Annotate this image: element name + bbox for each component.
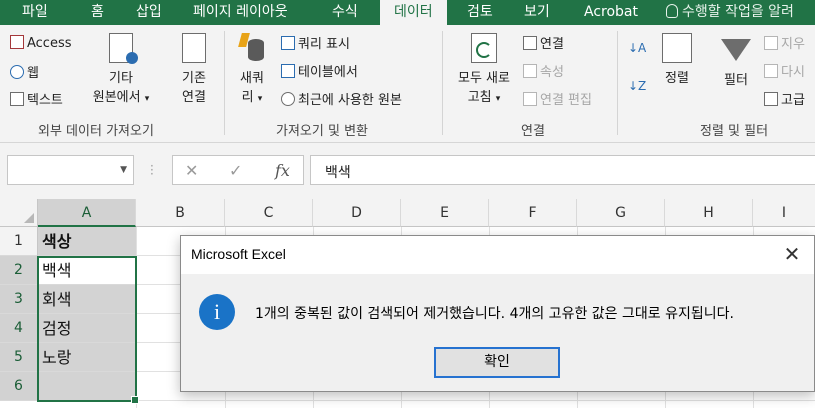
text-file-button[interactable]: 텍스트 [10, 89, 63, 108]
text-file-icon [10, 92, 24, 106]
new-query-button[interactable]: 새쿼 리 ▾ [232, 33, 272, 105]
chevron-down-icon[interactable]: ▼ [120, 165, 127, 175]
sort-ascending-icon[interactable]: ↓A [628, 41, 646, 55]
cell-a1[interactable]: 색상 [38, 227, 136, 256]
column-header-c[interactable]: C [225, 199, 313, 227]
lightbulb-icon [666, 4, 678, 18]
advanced-filter-icon [764, 92, 778, 106]
close-icon[interactable]: ✕ [780, 242, 804, 266]
name-box[interactable]: ▼ [7, 155, 134, 185]
web-button[interactable]: 웹 [10, 62, 39, 81]
other-sources-icon [109, 33, 138, 64]
group-label-external: 외부 데이터 가져오기 [38, 124, 154, 139]
clear-filter-icon [764, 36, 778, 50]
group-label-sort-filter: 정렬 및 필터 [700, 124, 769, 139]
message-dialog: Microsoft Excel ✕ i 1개의 중복된 값이 검색되어 제거했습… [180, 235, 815, 392]
formula-input[interactable]: 백색 [310, 155, 815, 185]
access-icon [10, 35, 24, 49]
gridline [136, 400, 815, 401]
column-header-e[interactable]: E [401, 199, 489, 227]
ribbon: Access 웹 텍스트 기타 원본에서 ▾ 기존 연결 외부 데이터 가져오기… [0, 25, 815, 143]
selection-range[interactable] [37, 256, 139, 404]
connections-button[interactable]: 연결 [523, 33, 564, 52]
group-separator [617, 31, 618, 135]
table-icon [281, 64, 295, 78]
column-header-d[interactable]: D [313, 199, 401, 227]
tell-me-text: 수행할 작업을 알려 [682, 4, 794, 20]
row-header-2[interactable]: 2 [0, 256, 38, 285]
resize-handle[interactable]: · · · [150, 160, 154, 180]
chevron-down-icon: ▾ [495, 94, 501, 104]
insert-function-icon[interactable]: fx [275, 161, 290, 180]
edit-links-button[interactable]: 연결 편집 [523, 89, 592, 108]
column-header-h[interactable]: H [665, 199, 753, 227]
link-icon [523, 92, 537, 106]
chevron-down-icon: ▾ [257, 94, 263, 104]
group-label-connections: 연결 [521, 124, 545, 139]
refresh-icon [471, 33, 497, 63]
tab-page-layout[interactable]: 페이지 레이아웃 [193, 0, 288, 25]
column-header-b[interactable]: B [136, 199, 225, 227]
reapply-icon [764, 64, 778, 78]
globe-icon [10, 65, 24, 79]
access-button[interactable]: Access [10, 35, 72, 51]
sort-icon [662, 33, 692, 63]
recent-sources-button[interactable]: 최근에 사용한 원본 [281, 89, 402, 108]
info-icon: i [199, 294, 235, 330]
dialog-message: 1개의 중복된 값이 검색되어 제거했습니다. 4개의 고유한 값은 그대로 유… [255, 306, 734, 322]
column-header-i[interactable]: I [753, 199, 815, 227]
filter-button[interactable]: 필터 [717, 33, 755, 88]
connections-icon [523, 36, 537, 50]
group-label-transform: 가져오기 및 변환 [276, 124, 368, 139]
reapply-button[interactable]: 다시 [764, 61, 805, 80]
tab-data[interactable]: 데이터 [380, 0, 447, 25]
table-icon [281, 36, 295, 50]
chevron-down-icon: ▾ [144, 94, 150, 104]
sort-button[interactable]: 정렬 [658, 33, 696, 86]
from-table-button[interactable]: 테이블에서 [281, 61, 358, 80]
tab-review[interactable]: 검토 [467, 0, 493, 25]
properties-icon [523, 64, 537, 78]
row-header-4[interactable]: 4 [0, 314, 38, 343]
tab-insert[interactable]: 삽입 [136, 0, 162, 25]
sort-descending-icon[interactable]: ↓Z [628, 79, 646, 93]
new-query-icon [238, 33, 266, 63]
existing-connections-button[interactable]: 기존 연결 [172, 33, 216, 105]
funnel-icon [721, 39, 751, 61]
dialog-title-bar[interactable]: Microsoft Excel ✕ [181, 236, 814, 274]
document-icon [182, 33, 206, 63]
select-all-button[interactable] [0, 199, 38, 227]
row-header-3[interactable]: 3 [0, 285, 38, 314]
refresh-all-button[interactable]: 모두 새로 고침 ▾ [450, 33, 518, 105]
group-separator [442, 31, 443, 135]
tab-file[interactable]: 파일 [22, 0, 48, 25]
ribbon-tab-bar: 파일 홈 삽입 페이지 레이아웃 수식 데이터 검토 보기 Acrobat 수행… [0, 0, 815, 25]
formula-bar: ▼ · · · ✕ ✓ fx 백색 [0, 143, 815, 199]
other-sources-button[interactable]: 기타 원본에서 ▾ [86, 33, 156, 105]
clock-icon [281, 92, 295, 106]
tab-home[interactable]: 홈 [91, 0, 104, 25]
tell-me-box[interactable]: 수행할 작업을 알려 [666, 0, 794, 25]
advanced-filter-button[interactable]: 고급 [764, 89, 805, 108]
row-header-5[interactable]: 5 [0, 343, 38, 372]
clear-filter-button[interactable]: 지우 [764, 33, 805, 52]
group-separator [224, 31, 225, 135]
column-header-g[interactable]: G [577, 199, 665, 227]
tab-formulas[interactable]: 수식 [332, 0, 358, 25]
tab-view[interactable]: 보기 [524, 0, 550, 25]
row-header-6[interactable]: 6 [0, 372, 38, 401]
cancel-icon[interactable]: ✕ [185, 161, 198, 180]
formula-buttons: ✕ ✓ fx [172, 155, 304, 185]
properties-button[interactable]: 속성 [523, 61, 564, 80]
dialog-title: Microsoft Excel [191, 246, 286, 262]
show-queries-button[interactable]: 쿼리 표시 [281, 33, 350, 52]
ok-button[interactable]: 확인 [434, 347, 560, 378]
column-header-f[interactable]: F [489, 199, 577, 227]
row-header-1[interactable]: 1 [0, 227, 38, 256]
tab-acrobat[interactable]: Acrobat [584, 0, 638, 25]
column-header-a[interactable]: A [38, 199, 136, 227]
enter-icon[interactable]: ✓ [229, 161, 242, 180]
